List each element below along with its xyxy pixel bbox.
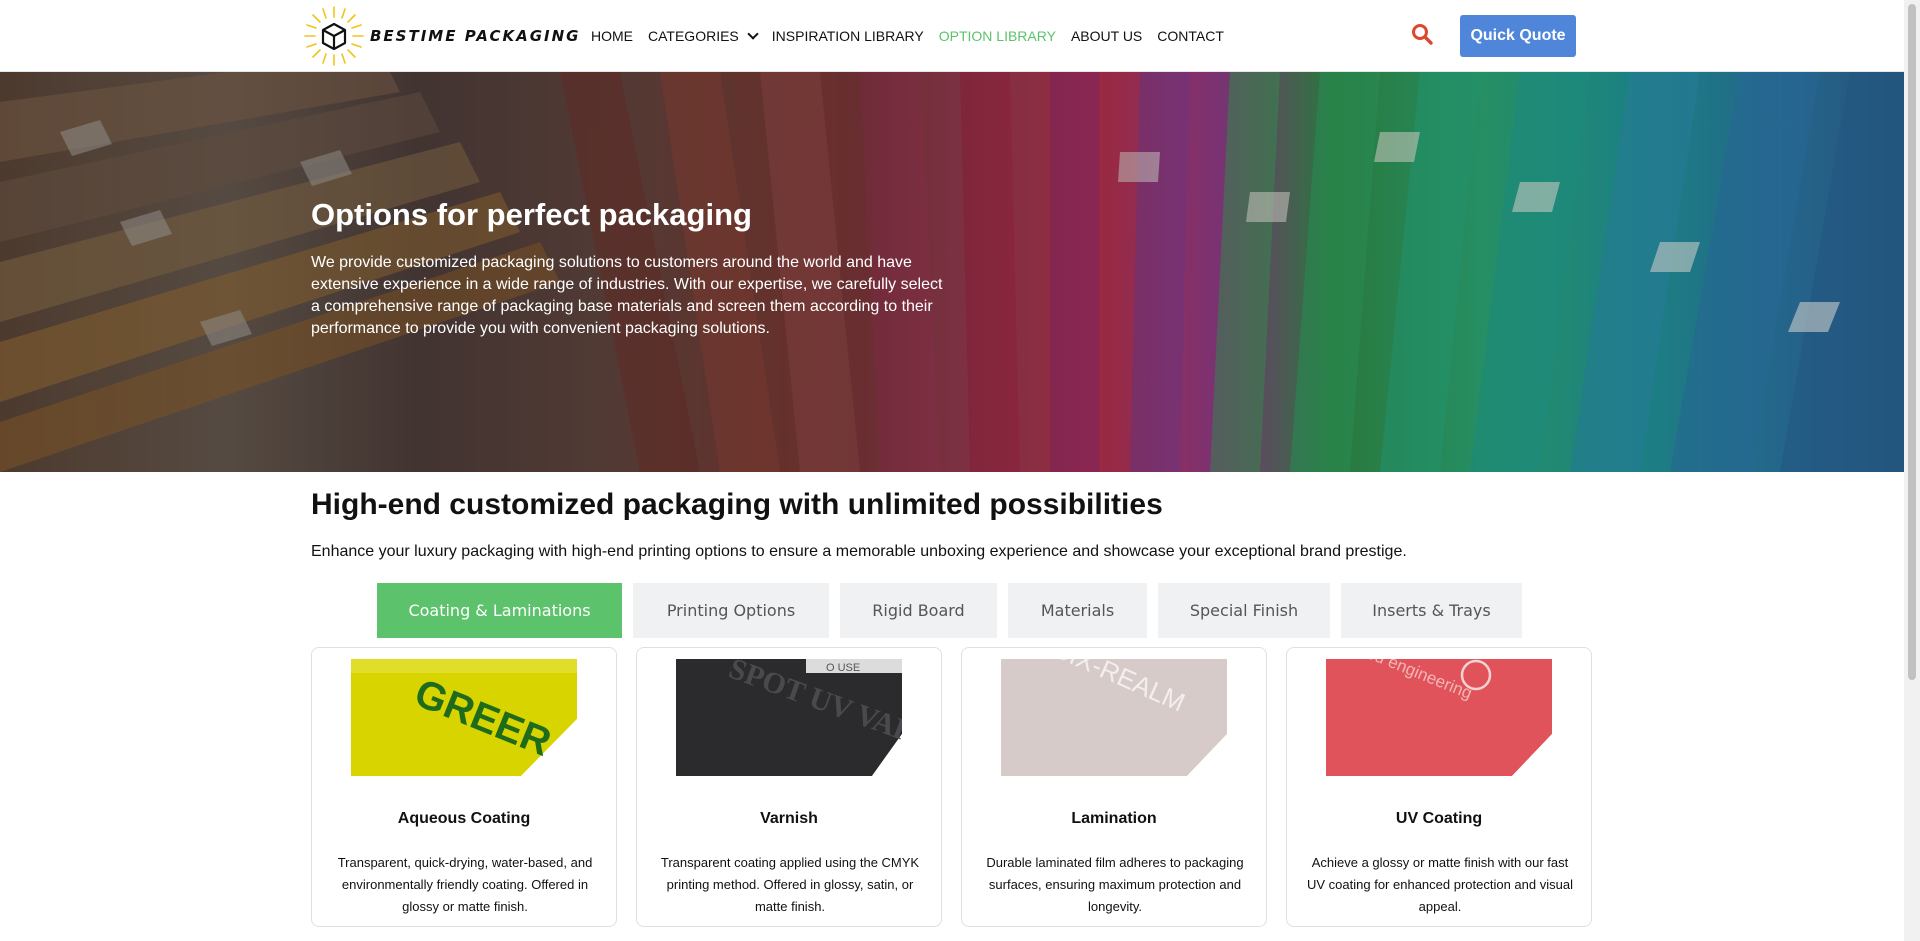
varnish-image-text-top: O USE: [826, 662, 860, 674]
hero-description: We provide customized packaging solution…: [311, 254, 943, 337]
hero-overlay: [0, 72, 1904, 472]
card-title: Lamination: [1071, 810, 1157, 827]
site-header: BESTIME PACKAGING HOME CATEGORIES INSPIR…: [0, 0, 1904, 72]
section-title: High-end customized packaging with unlim…: [311, 488, 1163, 521]
card-title: Varnish: [760, 810, 818, 827]
search-icon[interactable]: [1410, 22, 1434, 46]
tab-rigid-board[interactable]: Rigid Board: [840, 583, 997, 638]
card-aqueous-coating[interactable]: GREER Aqueous Coating Transparent, quick…: [311, 647, 617, 927]
card-description: Achieve a glossy or matte finish with ou…: [1307, 855, 1573, 914]
scrollbar-thumb[interactable]: [1908, 4, 1916, 680]
nav-categories[interactable]: CATEGORIES: [648, 28, 759, 44]
tab-coating-laminations[interactable]: Coating & Laminations: [377, 583, 622, 638]
main-nav: HOME CATEGORIES INSPIRATION LIBRARY OPTI…: [591, 0, 1239, 72]
aqueous-coating-image: GREER: [351, 659, 577, 776]
tab-printing-options[interactable]: Printing Options: [633, 583, 829, 638]
nav-about-us[interactable]: ABOUT US: [1071, 28, 1142, 44]
sunburst-cube-icon: [304, 6, 364, 66]
card-lamination[interactable]: SIX-REALM Lamination Durable laminated f…: [961, 647, 1267, 927]
section-subtitle: Enhance your luxury packaging with high-…: [311, 543, 1407, 560]
card-title: UV Coating: [1395, 810, 1483, 827]
card-description: Durable laminated film adheres to packag…: [986, 855, 1244, 914]
brand-logo[interactable]: BESTIME PACKAGING: [302, 4, 580, 68]
nav-contact[interactable]: CONTACT: [1157, 28, 1224, 44]
card-varnish[interactable]: O USE SPOT UV VARNISH Varnish Transparen…: [636, 647, 942, 927]
varnish-image: O USE SPOT UV VARNISH: [676, 659, 902, 776]
tab-special-finish[interactable]: Special Finish: [1158, 583, 1330, 638]
tab-materials[interactable]: Materials: [1008, 583, 1147, 638]
nav-categories-label: CATEGORIES: [648, 28, 739, 44]
quick-quote-button[interactable]: Quick Quote: [1460, 15, 1576, 57]
card-description: Transparent, quick-drying, water-based, …: [337, 855, 593, 914]
chevron-down-icon: [747, 28, 759, 40]
option-tabs: Coating & Laminations Printing Options R…: [377, 583, 1533, 638]
lamination-image: SIX-REALM: [1001, 659, 1227, 776]
hero-banner: Options for perfect packaging We provide…: [0, 72, 1904, 472]
card-description: Transparent coating applied using the CM…: [660, 855, 920, 914]
nav-home[interactable]: HOME: [591, 28, 633, 44]
tab-inserts-trays[interactable]: Inserts & Trays: [1341, 583, 1522, 638]
nav-inspiration-library[interactable]: INSPIRATION LIBRARY: [772, 28, 924, 44]
card-title: Aqueous Coating: [397, 810, 531, 827]
brand-name: BESTIME PACKAGING: [370, 27, 581, 45]
hero-title: Options for perfect packaging: [311, 197, 752, 232]
page-scrollbar[interactable]: [1904, 0, 1920, 941]
uv-coating-image: red engineering: [1326, 659, 1552, 776]
option-cards: GREER Aqueous Coating Transparent, quick…: [311, 647, 1611, 927]
card-uv-coating[interactable]: red engineering UV Coating Achieve a glo…: [1286, 647, 1592, 927]
nav-option-library[interactable]: OPTION LIBRARY: [939, 28, 1056, 44]
